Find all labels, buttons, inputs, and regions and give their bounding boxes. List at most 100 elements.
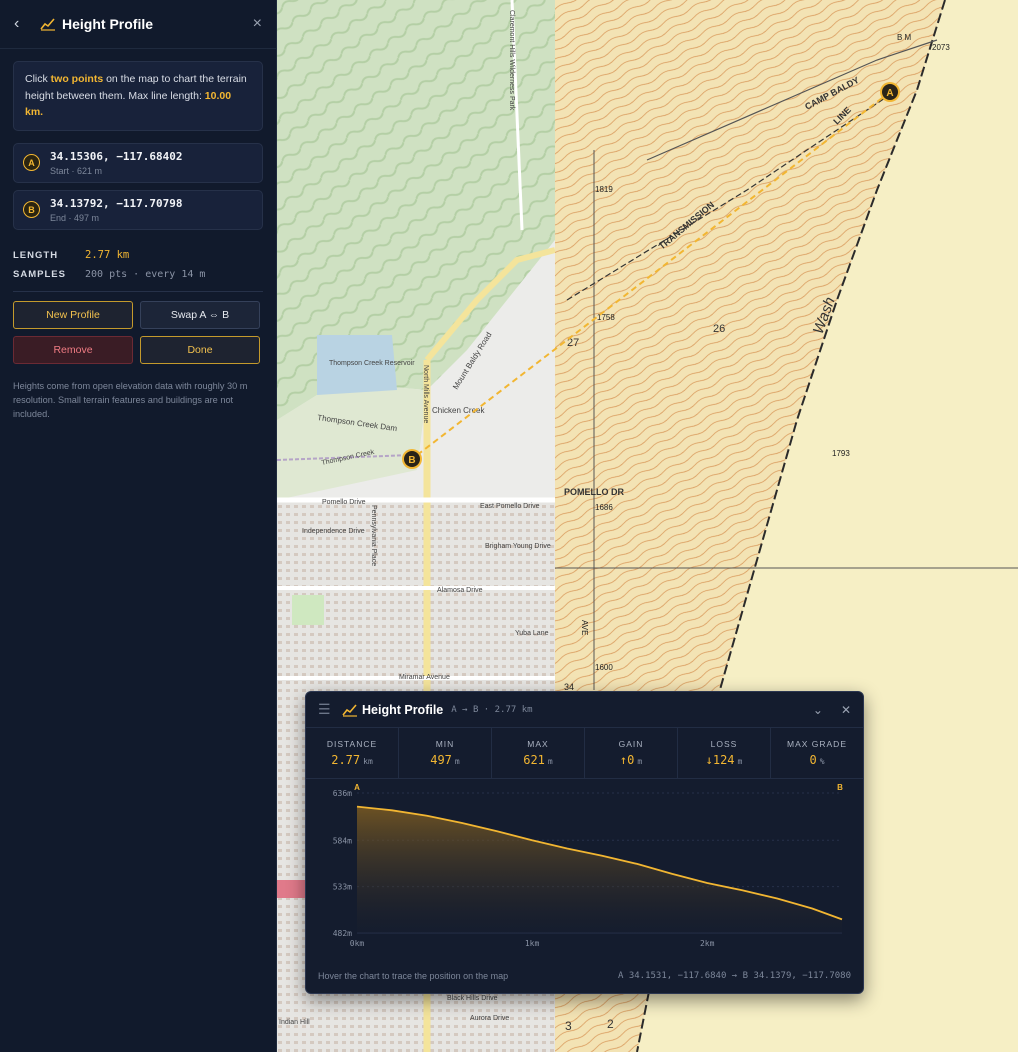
park-label: Claremont Hills Wilderness Park <box>508 10 515 111</box>
pink-block <box>277 880 305 898</box>
east-pomello-label: East Pomello Drive <box>480 503 540 510</box>
stat-unit: % <box>819 757 825 766</box>
y-tick-label: 482m <box>333 929 352 938</box>
sidebar-title: Height Profile <box>62 16 154 32</box>
stat-label: LOSS <box>710 739 738 749</box>
new-profile-button[interactable]: New Profile <box>13 300 133 329</box>
north-mills-label: North Mills Avenue <box>422 365 429 423</box>
samples-value: 200 pts · every 14 m <box>85 268 206 280</box>
chart-start-label: A <box>354 783 360 792</box>
section-26: 26 <box>713 323 725 335</box>
coords-summary: A 34.1531, −117.6840 → B 34.1379, −117.7… <box>618 971 851 981</box>
divider <box>13 290 263 292</box>
data-source-note: Heights come from open elevation data wi… <box>13 380 248 419</box>
independence-drive-label: Independence Drive <box>302 528 365 535</box>
stat-gain: GAIN ↑0 m <box>585 728 678 778</box>
stat-unit: km <box>363 757 373 766</box>
marker-a[interactable]: A <box>880 82 900 102</box>
aurora-drive-label: Aurora Drive <box>470 1015 509 1022</box>
stat-label: GAIN <box>618 739 644 749</box>
point-b-card[interactable]: B 34.13792, −117.70798 End · 497 m <box>13 189 263 230</box>
point-b-coords: 34.13792, −117.70798 <box>50 196 183 210</box>
action-buttons: New Profile Swap A ⇔ B Remove Done <box>13 300 263 364</box>
stat-min: MIN 497 m <box>399 728 492 778</box>
stat-max: MAX 621 m <box>492 728 585 778</box>
y-tick-label: 636m <box>333 789 352 798</box>
elev-2073: 2073 <box>932 43 950 52</box>
panel-stats: DISTANCE 2.77 km MIN 497 m MAX 621 m GAIN ↑… <box>306 728 863 779</box>
marker-a-label: A <box>886 88 893 99</box>
stat-unit: m <box>454 757 460 766</box>
elev-1793: 1793 <box>832 449 850 458</box>
pomello-drive-label: Pomello Drive <box>322 499 366 506</box>
stat-label: MAX <box>527 739 549 749</box>
close-icon[interactable]: × <box>253 15 262 33</box>
pomello-dr-topo-label: POMELLO DR <box>564 487 624 497</box>
brigham-young-label: Brigham Young Drive <box>485 543 551 550</box>
ave-label: AVE <box>580 620 589 635</box>
y-tick-label: 584m <box>333 836 352 845</box>
back-arrow-icon[interactable]: ‹ <box>14 15 34 33</box>
bm-label: B M <box>897 33 912 42</box>
reservoir-label: Thompson Creek Reservoir <box>329 360 415 367</box>
panel-footer: Hover the chart to trace the position on… <box>318 971 851 981</box>
section-2: 2 <box>607 1017 614 1031</box>
elev-1600: 1600 <box>595 663 613 672</box>
stat-value: 2.77 <box>331 753 361 767</box>
x-tick-label: 2km <box>700 939 715 948</box>
stat-unit: m <box>637 757 643 766</box>
panel-subtitle: A → B · 2.77 km <box>451 704 533 715</box>
stat-label: MAX GRADE <box>786 739 847 749</box>
instructions-highlight-points: two points <box>50 73 104 85</box>
panel-header[interactable]: ☰ Height Profile A → B · 2.77 km ⌄ ✕ <box>306 692 863 728</box>
remove-button[interactable]: Remove <box>13 335 133 364</box>
marker-b-label: B <box>408 455 415 466</box>
swap-points-button[interactable]: Swap A ⇔ B <box>140 300 260 329</box>
section-3: 3 <box>565 1019 572 1033</box>
elev-1819: 1819 <box>595 185 613 194</box>
instructions-box: Click two points on the map to chart the… <box>13 61 263 131</box>
height-profile-panel: ☰ Height Profile A → B · 2.77 km ⌄ ✕ DIS… <box>305 691 864 994</box>
point-b-badge: B <box>23 201 40 218</box>
x-tick-label: 1km <box>525 939 540 948</box>
point-a-badge: A <box>23 154 40 171</box>
indian-hill-label: Indian Hill <box>279 1019 310 1026</box>
collapse-chevron-icon[interactable]: ⌄ <box>813 703 823 717</box>
point-b-sub: End · 497 m <box>50 212 100 223</box>
drag-handle-icon[interactable]: ☰ <box>318 701 336 718</box>
stat-unit: m <box>547 757 553 766</box>
samples-label: SAMPLES <box>13 268 66 280</box>
stat-distance: DISTANCE 2.77 km <box>306 728 399 778</box>
pennsylvania-place-label: Pennsylvania Place <box>370 505 377 566</box>
miramar-avenue-label: Miramar Avenue <box>399 674 450 681</box>
alamosa-drive-label: Alamosa Drive <box>437 587 483 594</box>
hover-hint: Hover the chart to trace the position on… <box>318 971 509 981</box>
stat-max-grade: MAX GRADE 0% <box>771 728 863 778</box>
marker-b[interactable]: B <box>402 449 422 469</box>
sidebar: ‹ Height Profile × Click two points on t… <box>0 0 277 1052</box>
stat-value: 0 <box>809 753 817 767</box>
chart-end-label: B <box>837 783 843 792</box>
close-icon[interactable]: ✕ <box>841 703 851 717</box>
done-button[interactable]: Done <box>140 335 260 364</box>
stat-value: ↓124 <box>705 753 735 767</box>
point-a-coords: 34.15306, −117.68402 <box>50 149 183 163</box>
yuba-lane-label: Yuba Lane <box>515 630 549 637</box>
y-tick-label: 533m <box>333 883 352 892</box>
sidebar-header: ‹ Height Profile × <box>0 0 276 49</box>
instructions-text-1: Click <box>25 73 51 85</box>
height-profile-icon <box>40 18 55 31</box>
point-a-card[interactable]: A 34.15306, −117.68402 Start · 621 m <box>13 142 263 183</box>
stat-unit: m <box>737 757 743 766</box>
stat-loss: LOSS ↓124 m <box>678 728 771 778</box>
length-label: LENGTH <box>13 249 59 261</box>
chicken-creek-label: Chicken Creek <box>432 406 485 415</box>
height-profile-icon <box>342 703 357 717</box>
panel-title: Height Profile <box>362 702 444 717</box>
black-hills-label: Black Hills Drive <box>447 995 498 1002</box>
stat-label: MIN <box>435 739 455 749</box>
point-a-sub: Start · 621 m <box>50 165 103 176</box>
elevation-chart[interactable]: 636m 584m 533m 482m0km 1km 2km A B <box>306 778 863 958</box>
profile-stats: LENGTH 2.77 km SAMPLES 200 pts · every 1… <box>13 246 263 284</box>
stat-value: 497 <box>430 753 452 767</box>
